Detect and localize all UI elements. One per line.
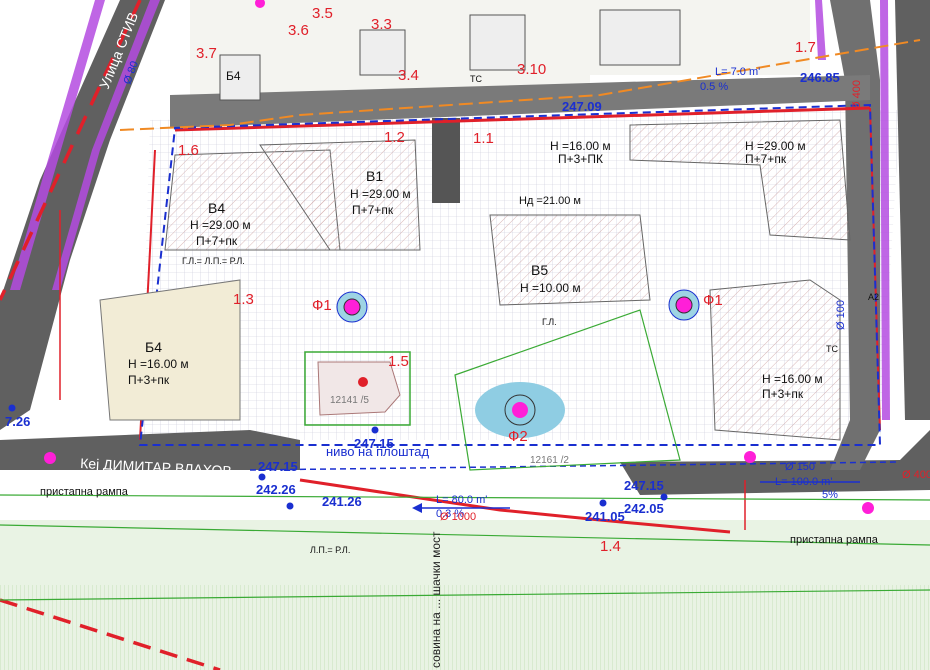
- tc-label-1: ТС: [826, 344, 838, 354]
- length-80m: L= 80.0 m': [436, 494, 487, 506]
- building-ne1-floors: П+3+ПК: [558, 152, 603, 166]
- plot-label-1-7: 1.7: [795, 39, 816, 56]
- pipe-100: Ø 100: [835, 300, 847, 330]
- plot-label-3-4: 3.4: [398, 67, 419, 84]
- elevation-241-05: 241.05: [585, 509, 625, 524]
- building-v5-name: В5: [531, 262, 548, 278]
- building-b4-south: [99, 279, 241, 421]
- fountain-f1-west-core: [343, 298, 361, 316]
- plot-label-3-7: 3.7: [196, 45, 217, 62]
- building-b4-name: Б4: [145, 339, 162, 355]
- pipe-400-corner: Ø 400: [902, 469, 930, 481]
- plot-label-3-6: 3.6: [288, 22, 309, 39]
- slope-0-5: 0.5 %: [700, 81, 728, 93]
- elev-point-4: [599, 499, 607, 507]
- label-gl: Г.Л.: [542, 317, 557, 327]
- square-level-label: ниво на плоштад: [326, 444, 430, 459]
- magenta-marker-east: [744, 451, 756, 463]
- building-v1-name: В1: [366, 168, 383, 184]
- pipe-1000: Ø 1000: [440, 511, 476, 523]
- elev-point-2: [258, 473, 266, 481]
- elev-point-3: [286, 502, 294, 510]
- building-se: [709, 279, 841, 441]
- fountain-label-f1-east: Ф1: [703, 292, 723, 309]
- building-v4-name: В4: [208, 200, 225, 216]
- elev-point-6: [8, 404, 16, 412]
- ramp-label-east: пристапна рампа: [790, 534, 879, 546]
- monument-dot: [358, 377, 368, 387]
- elevation-247-15-b: 247.15: [258, 459, 298, 474]
- building-b4-floors: П+3+пк: [128, 373, 170, 387]
- elevation-241-26: 241.26: [322, 494, 362, 509]
- plan-drawing: Улица СТИВ Кеј ДИМИТАР ВЛАХОВ совина на …: [0, 0, 930, 670]
- length-100m: L= 100.0 m': [775, 476, 832, 488]
- plot-label-1-1: 1.1: [473, 130, 494, 147]
- building-v4-height: H =29.00 м: [190, 218, 251, 232]
- plot-label-3-5: 3.5: [312, 5, 333, 22]
- building-se-floors: П+3+пк: [762, 387, 804, 401]
- building-ne1-height: H =16.00 м: [550, 139, 611, 153]
- plot-label-1-5: 1.5: [388, 353, 409, 370]
- slope-arrow-head: [412, 503, 422, 513]
- building-ne2-height: H =29.00 м: [745, 139, 806, 153]
- building-b4-height: H =16.00 м: [128, 357, 189, 371]
- magenta-marker-west: [44, 452, 56, 464]
- plot-label-3-10: 3.10: [517, 61, 546, 78]
- magenta-marker-ramp: [862, 502, 874, 514]
- bridge-label: совина на ... шачки мост: [429, 531, 443, 668]
- elevation-247-09: 247.09: [562, 99, 602, 114]
- building-ne2-floors: П+7+пк: [745, 152, 787, 166]
- elev-point-1: [371, 426, 379, 434]
- building-se-height: H =16.00 м: [762, 372, 823, 386]
- plot-label-3-3: 3.3: [371, 16, 392, 33]
- elevation-242-26: 242.26: [256, 482, 296, 497]
- label-gl-lp-rl: Г.Л.= Л.П.= Р.Л.: [182, 256, 245, 266]
- pipe-150: Ø 150: [785, 461, 815, 473]
- label-a2: A2: [868, 292, 879, 302]
- fountain-label-f1-west: Ф1: [312, 297, 332, 314]
- fountain-f2-core: [512, 402, 528, 418]
- plot-label-1-6: 1.6: [178, 142, 199, 159]
- elevation-247-15-c: 247.15: [624, 478, 664, 493]
- house-label-b4: Б4: [226, 69, 241, 83]
- building-v4-floors: П+7+пк: [196, 234, 238, 248]
- road-east-far: [895, 0, 930, 420]
- tc-label-2: ТС: [470, 74, 482, 84]
- purple-band-east2: [815, 0, 826, 60]
- river-hatch: [0, 585, 930, 670]
- road-passage: [432, 118, 460, 203]
- label-lp-rl-1: Л.П.= Р.Л.: [310, 545, 350, 555]
- lot-label-1: 12141 /5: [330, 395, 369, 406]
- height-hd: Hд =21.00 м: [519, 195, 581, 207]
- lot-label-2: 12161 /2: [530, 455, 569, 466]
- ramp-label-west: пристапна рампа: [40, 486, 129, 498]
- building-v1-floors: П+7+пк: [352, 203, 394, 217]
- length-7m: L= 7.0 m': [715, 66, 760, 78]
- house-b4-5: [599, 9, 681, 66]
- building-v5-height: H =10.00 м: [520, 281, 581, 295]
- urban-plan-map: Улица СТИВ Кеј ДИМИТАР ВЛАХОВ совина на …: [0, 0, 930, 670]
- elev-point-5: [660, 493, 668, 501]
- plot-label-1-4: 1.4: [600, 538, 621, 555]
- elevation-7-26: 7.26: [5, 414, 30, 429]
- building-v1-height: H =29.00 м: [350, 187, 411, 201]
- fountain-label-f2: Ф2: [508, 428, 528, 445]
- elevation-246-85: 246.85: [800, 70, 840, 85]
- slope-5: 5%: [822, 489, 838, 501]
- plot-label-1-2: 1.2: [384, 129, 405, 146]
- elevation-242-05: 242.05: [624, 501, 664, 516]
- fountain-f1-east-core: [675, 296, 693, 314]
- pipe-400-east: Ø 400: [851, 80, 863, 110]
- plot-label-1-3: 1.3: [233, 291, 254, 308]
